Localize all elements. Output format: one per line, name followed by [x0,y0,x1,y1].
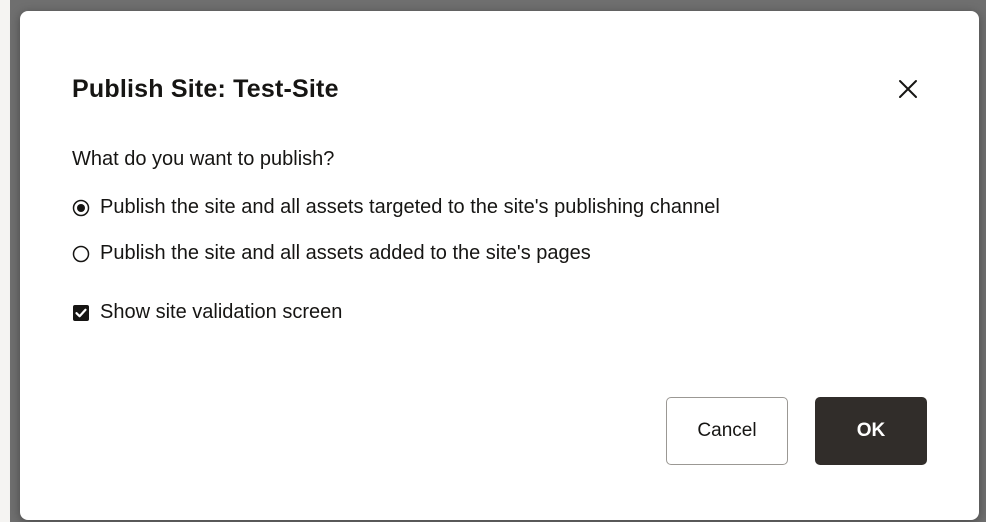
radio-option-publishing-channel[interactable]: Publish the site and all assets targeted… [72,196,720,219]
close-button[interactable] [888,69,928,109]
radio-option-label: Publish the site and all assets added to… [100,242,591,264]
radio-selected-icon[interactable] [72,199,90,217]
checkbox-checked-icon[interactable] [72,304,90,322]
radio-option-label: Publish the site and all assets targeted… [100,196,720,218]
publish-site-dialog: Publish Site: Test-Site What do you want… [20,11,979,520]
ok-button[interactable]: OK [815,397,927,465]
radio-option-site-pages[interactable]: Publish the site and all assets added to… [72,242,591,265]
radio-unselected-icon[interactable] [72,245,90,263]
show-validation-checkbox[interactable]: Show site validation screen [72,301,342,324]
dialog-title: Publish Site: Test-Site [72,75,339,103]
publish-question: What do you want to publish? [72,148,335,170]
page-backdrop [0,0,10,522]
close-icon [899,80,917,98]
cancel-button[interactable]: Cancel [666,397,788,465]
checkbox-label: Show site validation screen [100,301,343,323]
